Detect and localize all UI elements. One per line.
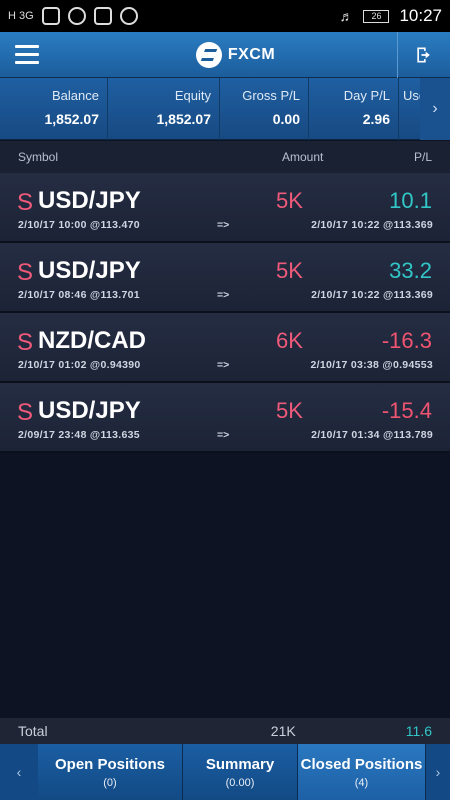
side-indicator: S [17,329,34,356]
open-time-price: 2/10/17 01:02 @0.94390 [18,359,141,371]
symbol: USD/JPY [38,257,141,284]
close-time-price: 2/10/17 10:22 @113.369 [311,219,433,231]
menu-bar-icon [15,45,39,48]
tab-closed-positions[interactable]: Closed Positions (4) [298,744,426,800]
summary-equity: Equity 1,852.07 [108,78,220,140]
summary-value: 2.96 [362,111,390,127]
tab-label: Closed Positions [300,755,423,773]
tab-label: Open Positions [54,755,165,773]
column-amount[interactable]: Amount [282,150,392,164]
headset-icon: ♬ [339,8,354,24]
total-amount: 21K [270,723,296,739]
side-indicator: S [17,399,34,426]
brand-name: FXCM [227,45,276,63]
chevron-left-icon: ‹ [16,764,22,780]
logout-button[interactable] [397,31,450,78]
tab-count: (0) [103,776,117,789]
close-time-price: 2/10/17 10:22 @113.369 [311,289,433,301]
summary-used-margin: Used M [399,78,420,140]
open-time-price: 2/09/17 23:48 @113.635 [18,429,140,441]
position-row[interactable]: S NZD/CAD 6K -16.3 2/10/17 01:02 @0.9439… [0,313,450,383]
symbol: USD/JPY [38,187,141,214]
tab-count: (0.00) [225,776,255,789]
brand: FXCM [54,41,397,68]
summary-day-pl: Day P/L 2.96 [309,78,399,140]
whatsapp-icon [119,7,138,25]
hamburger-menu-button[interactable] [0,32,54,78]
status-right: ♬ 26 10:27 [339,6,442,26]
open-time-price: 2/10/17 08:46 @113.701 [18,289,140,301]
pl-value: -16.3 [381,328,432,353]
tab-open-positions[interactable]: Open Positions (0) [38,744,183,800]
summary-balance: Balance 1,852.07 [0,78,108,140]
bottom-tab-bar: ‹ Open Positions (0) Summary (0.00) Clos… [0,744,450,800]
tab-count: (4) [354,776,369,789]
arrow: => [217,429,230,441]
position-row[interactable]: S USD/JPY 5K -15.4 2/09/17 23:48 @113.63… [0,383,450,453]
image-icon [93,7,112,25]
app-header: FXCM [0,31,450,78]
open-time-price: 2/10/17 10:00 @113.470 [18,219,140,231]
position-row[interactable]: S USD/JPY 5K 33.2 2/10/17 08:46 @113.701… [0,243,450,313]
notification-icon [41,7,60,25]
summary-value: 0.00 [272,111,300,127]
summary-label: Day P/L [343,88,390,103]
amount: 6K [276,328,303,353]
total-bar: Total 21K 11.6 [0,718,450,744]
tab-summary[interactable]: Summary (0.00) [183,744,298,800]
column-pl[interactable]: P/L [392,150,432,164]
side-indicator: S [17,259,34,286]
summary-value: 1,852.07 [156,111,212,127]
table-header: Symbol Amount P/L [0,141,450,173]
close-time-price: 2/10/17 03:38 @0.94553 [310,359,433,371]
symbol: USD/JPY [38,397,141,424]
chat-icon [67,7,86,25]
signal-indicator: H 3G [8,10,34,22]
status-left: H 3G [8,7,138,25]
menu-bar-icon [15,61,39,64]
total-label: Total [18,723,48,739]
amount: 5K [276,398,303,423]
total-pl: 11.6 [405,723,432,739]
pl-value: 33.2 [389,258,432,283]
status-bar: H 3G ♬ 26 10:27 [0,0,450,32]
pl-value: -15.4 [381,398,432,423]
arrow: => [217,359,230,371]
tabs-scroll-right-button[interactable]: › [426,744,450,800]
tabs-scroll-left-button[interactable]: ‹ [0,744,38,800]
summary-gross-pl: Gross P/L 0.00 [220,78,309,140]
summary-label: Gross P/L [242,88,300,103]
chevron-right-icon: › [435,764,441,780]
amount: 5K [276,258,303,283]
closed-positions-list: S USD/JPY 5K 10.1 2/10/17 10:00 @113.470… [0,173,450,453]
battery-icon: 26 [363,9,390,23]
chevron-right-icon: › [432,100,438,117]
amount: 5K [276,188,303,213]
summary-label: Used M [403,88,420,103]
arrow: => [217,289,230,301]
symbol: NZD/CAD [38,327,146,354]
column-symbol[interactable]: Symbol [18,150,282,164]
tab-label: Summary [205,755,275,773]
account-summary-bar: Balance 1,852.07 Equity 1,852.07 Gross P… [0,78,450,140]
menu-bar-icon [15,53,39,56]
clock: 10:27 [399,6,442,25]
summary-value: 1,852.07 [44,111,100,127]
close-time-price: 2/10/17 01:34 @113.789 [311,429,433,441]
pl-value: 10.1 [389,188,432,213]
fxcm-logo-icon [195,41,222,68]
side-indicator: S [17,189,34,216]
arrow: => [217,219,230,231]
summary-label: Equity [174,88,211,103]
logout-icon [417,47,430,62]
summary-label: Balance [52,88,99,103]
summary-scroll-right-button[interactable]: › [420,78,450,140]
position-row[interactable]: S USD/JPY 5K 10.1 2/10/17 10:00 @113.470… [0,173,450,243]
